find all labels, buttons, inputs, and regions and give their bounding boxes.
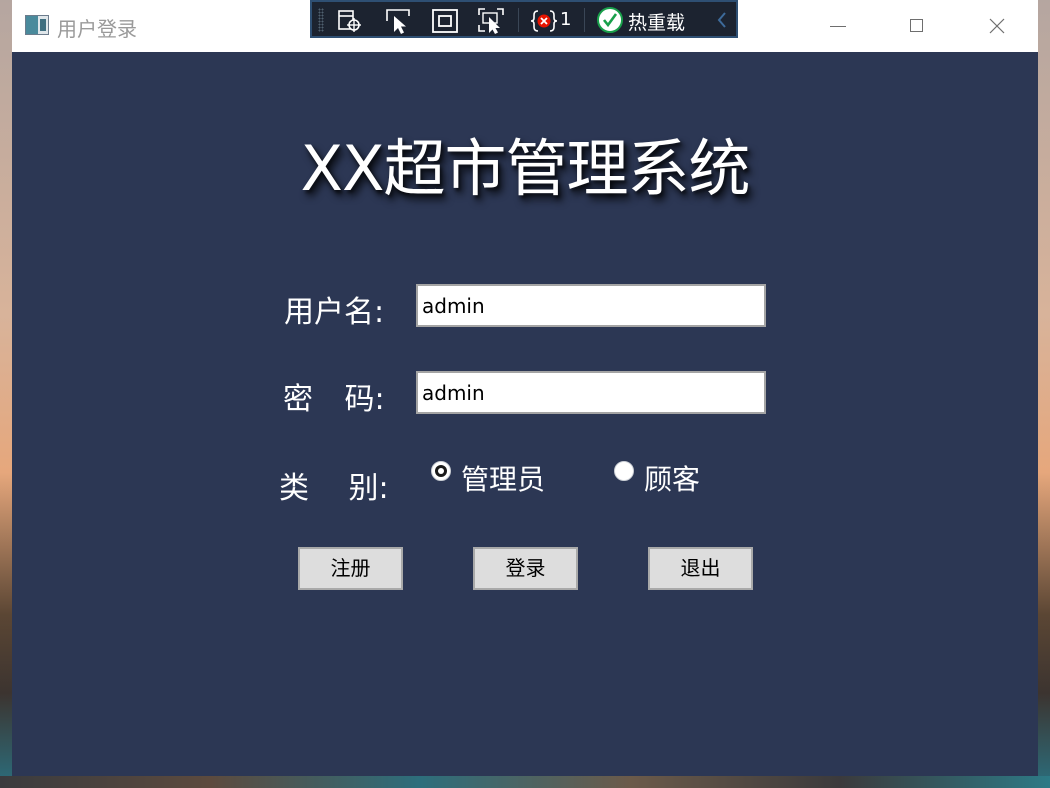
desktop-background-right xyxy=(1038,0,1050,788)
role-radio-admin-label[interactable]: 管理员 xyxy=(461,458,545,498)
collapse-chevron-icon[interactable] xyxy=(716,11,728,29)
app-window-icon xyxy=(25,15,49,35)
maximize-button[interactable] xyxy=(877,0,957,52)
debug-toolbar: 1 热重载 xyxy=(310,0,738,38)
role-label: 类 别: xyxy=(279,471,389,506)
binding-error-count: 1 xyxy=(560,9,572,30)
hot-reload-check-icon[interactable] xyxy=(597,7,623,33)
exit-button[interactable]: 退出 xyxy=(648,547,753,590)
hot-reload-label[interactable]: 热重载 xyxy=(628,8,685,35)
select-element-icon[interactable] xyxy=(336,7,364,35)
inspect-pointer-icon[interactable] xyxy=(384,7,412,35)
password-input[interactable] xyxy=(416,371,766,414)
minimize-icon xyxy=(830,26,846,27)
title-bar[interactable]: 用户登录 1 热重载 xyxy=(12,0,1038,52)
username-input[interactable] xyxy=(416,284,766,327)
close-button[interactable] xyxy=(957,0,1037,52)
register-button[interactable]: 注册 xyxy=(298,547,403,590)
minimize-button[interactable] xyxy=(797,0,877,52)
track-focus-icon[interactable] xyxy=(477,7,505,35)
password-label: 密 码: xyxy=(283,382,385,417)
app-title: XX超市管理系统 xyxy=(300,132,751,205)
role-radio-customer[interactable] xyxy=(614,461,634,481)
desktop-background-bottom xyxy=(0,776,1050,788)
role-radio-customer-label[interactable]: 顾客 xyxy=(644,458,700,498)
username-label: 用户名: xyxy=(284,295,385,330)
toolbar-separator xyxy=(518,8,519,32)
binding-error-icon[interactable] xyxy=(530,7,558,35)
window-title: 用户登录 xyxy=(57,17,137,41)
maximize-icon xyxy=(910,19,923,32)
login-button[interactable]: 登录 xyxy=(473,547,578,590)
login-window: 用户登录 1 热重载 XX超市管理系统 用户名: admin 密 码: admi… xyxy=(12,0,1038,776)
role-radio-admin[interactable] xyxy=(431,461,451,481)
desktop-background-left xyxy=(0,0,12,788)
toolbar-separator xyxy=(584,8,585,32)
close-icon xyxy=(989,18,1005,34)
toolbar-grip[interactable] xyxy=(318,8,324,32)
layout-adorner-icon[interactable] xyxy=(431,7,459,35)
